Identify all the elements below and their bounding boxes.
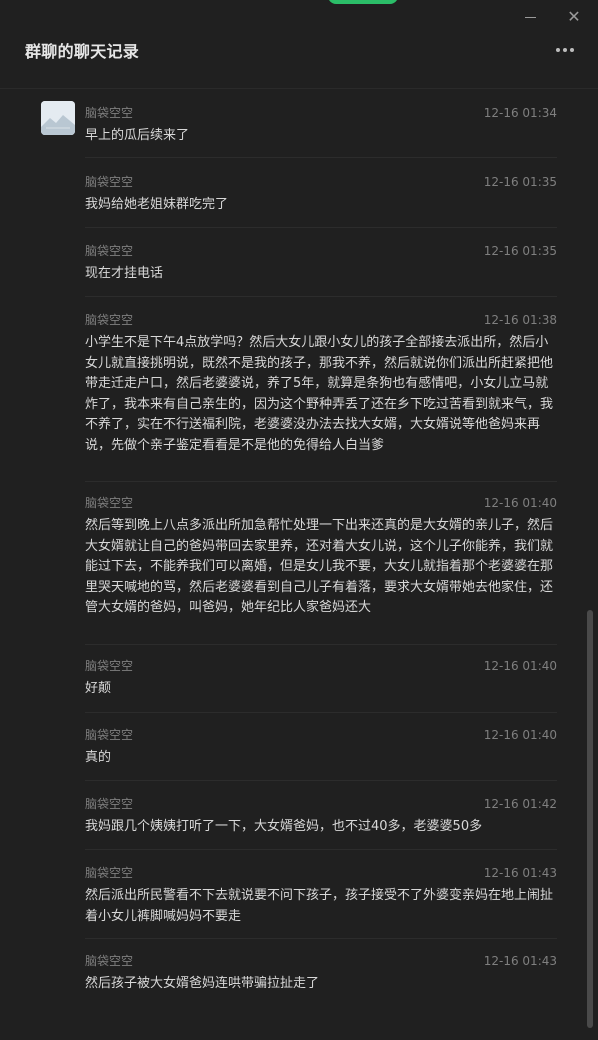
message-text: 我妈给她老姐妹群吃完了 bbox=[85, 197, 229, 212]
message-sender: 脑袋空空 bbox=[85, 797, 134, 811]
message-item[interactable]: 脑袋空空 12-16 01:42 我妈跟几个姨姨打听了一下，大女婿爸妈，也不过4… bbox=[85, 796, 557, 836]
window-title: 群聊的聊天记录 bbox=[25, 42, 140, 61]
message-text: 现在才挂电话 bbox=[85, 266, 164, 281]
chat-history-window: ✕ 群聊的聊天记录 脑袋空空 12-16 01:34 早上的瓜后续来了 脑袋空空… bbox=[0, 0, 598, 1040]
more-icon bbox=[570, 48, 574, 52]
message-divider bbox=[85, 644, 557, 645]
message-text: 然后派出所民警看不下去就说要不问下孩子，孩子接受不了外婆变亲妈在地上闹扯着小女儿… bbox=[85, 888, 554, 924]
message-divider bbox=[85, 157, 557, 158]
minimize-button[interactable] bbox=[519, 6, 543, 28]
message-item[interactable]: 脑袋空空 12-16 01:43 然后派出所民警看不下去就说要不问下孩子，孩子接… bbox=[85, 865, 557, 925]
message-sender: 脑袋空空 bbox=[85, 866, 134, 880]
message-item[interactable]: 脑袋空空 12-16 01:43 然后孩子被大女婿爸妈连哄带骗拉扯走了 bbox=[85, 953, 557, 993]
message-item[interactable]: 脑袋空空 12-16 01:35 我妈给她老姐妹群吃完了 bbox=[85, 174, 557, 214]
message-text: 好颠 bbox=[85, 681, 112, 696]
window-top-accent bbox=[328, 0, 398, 4]
more-options-button[interactable] bbox=[552, 38, 578, 60]
message-sender: 脑袋空空 bbox=[85, 659, 134, 673]
message-time: 12-16 01:40 bbox=[483, 496, 557, 510]
message-sender: 脑袋空空 bbox=[85, 106, 134, 120]
message-divider bbox=[85, 938, 557, 939]
message-divider bbox=[85, 481, 557, 482]
more-icon bbox=[563, 48, 567, 52]
message-item[interactable]: 脑袋空空 12-16 01:40 好颠 bbox=[85, 658, 557, 698]
message-item[interactable]: 脑袋空空 12-16 01:35 现在才挂电话 bbox=[85, 243, 557, 283]
close-button[interactable]: ✕ bbox=[562, 6, 586, 28]
message-item[interactable]: 脑袋空空 12-16 01:40 真的 bbox=[85, 727, 557, 767]
message-item[interactable]: 脑袋空空 12-16 01:40 然后等到晚上八点多派出所加急帮忙处理一下出来还… bbox=[85, 495, 557, 635]
scrollbar-thumb[interactable] bbox=[587, 610, 593, 1028]
message-item[interactable]: 脑袋空空 12-16 01:34 早上的瓜后续来了 bbox=[85, 105, 557, 145]
message-text: 我妈跟几个姨姨打听了一下，大女婿爸妈，也不过40多，老婆婆50多 bbox=[85, 819, 483, 834]
message-divider bbox=[85, 296, 557, 297]
message-text: 早上的瓜后续来了 bbox=[85, 128, 190, 143]
message-text: 小学生不是下午4点放学吗？然后大女儿跟小女儿的孩子全部接去派出所，然后小女儿就直… bbox=[85, 335, 554, 453]
message-text: 然后孩子被大女婿爸妈连哄带骗拉扯走了 bbox=[85, 976, 320, 991]
message-text: 然后等到晚上八点多派出所加急帮忙处理一下出来还真的是大女婿的亲儿子，然后大女婿就… bbox=[85, 518, 554, 616]
message-time: 12-16 01:35 bbox=[483, 244, 557, 258]
message-sender: 脑袋空空 bbox=[85, 175, 134, 189]
more-icon bbox=[556, 48, 560, 52]
message-list[interactable]: 脑袋空空 12-16 01:34 早上的瓜后续来了 脑袋空空 12-16 01:… bbox=[0, 89, 598, 1040]
message-divider bbox=[85, 849, 557, 850]
message-time: 12-16 01:40 bbox=[483, 659, 557, 673]
message-sender: 脑袋空空 bbox=[85, 954, 134, 968]
message-time: 12-16 01:43 bbox=[483, 954, 557, 968]
message-time: 12-16 01:34 bbox=[483, 106, 557, 120]
message-sender: 脑袋空空 bbox=[85, 313, 134, 327]
message-sender: 脑袋空空 bbox=[85, 728, 134, 742]
message-divider bbox=[85, 780, 557, 781]
avatar[interactable] bbox=[41, 101, 75, 135]
close-icon: ✕ bbox=[567, 7, 581, 26]
avatar-image-icon bbox=[41, 101, 75, 135]
message-time: 12-16 01:43 bbox=[483, 866, 557, 880]
message-time: 12-16 01:40 bbox=[483, 728, 557, 742]
message-sender: 脑袋空空 bbox=[85, 244, 134, 258]
minimize-icon bbox=[525, 17, 536, 18]
message-divider bbox=[85, 712, 557, 713]
message-sender: 脑袋空空 bbox=[85, 496, 134, 510]
message-item[interactable]: 脑袋空空 12-16 01:38 小学生不是下午4点放学吗？然后大女儿跟小女儿的… bbox=[85, 312, 557, 472]
message-divider bbox=[85, 227, 557, 228]
message-text: 真的 bbox=[85, 750, 112, 765]
message-time: 12-16 01:35 bbox=[483, 175, 557, 189]
message-time: 12-16 01:42 bbox=[483, 797, 557, 811]
message-time: 12-16 01:38 bbox=[483, 313, 557, 327]
